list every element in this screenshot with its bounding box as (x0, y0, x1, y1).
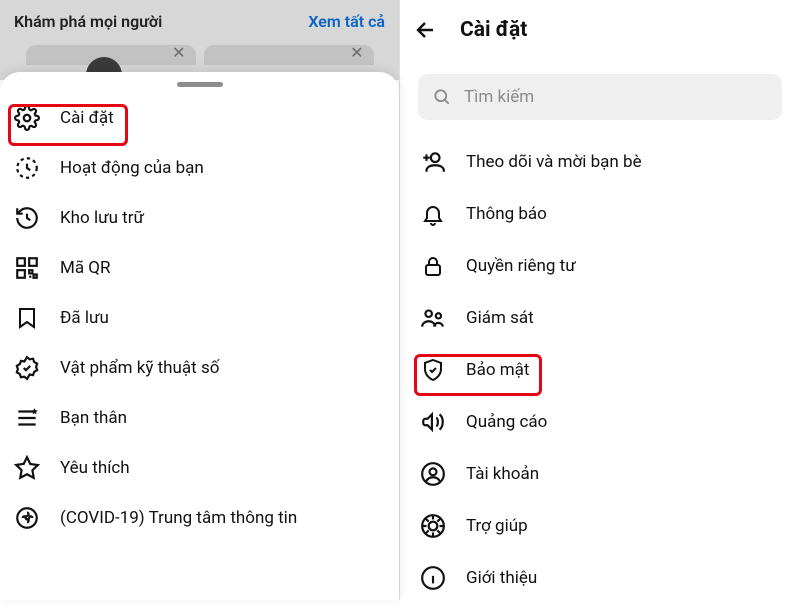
settings-title: Cài đặt (460, 18, 527, 42)
sheet-menu: Cài đặt Hoạt động của bạn Kho lưu trữ Mã… (0, 91, 399, 553)
menu-covid[interactable]: (COVID-19) Trung tâm thông tin (12, 493, 391, 543)
item-label: Quảng cáo (466, 412, 547, 432)
qr-icon (12, 253, 42, 283)
menu-label: Mã QR (60, 258, 110, 278)
item-ads[interactable]: Quảng cáo (418, 396, 782, 448)
discover-header: Khám phá mọi người Xem tất cả (0, 0, 399, 80)
suggestion-cards (14, 45, 385, 65)
discover-title: Khám phá mọi người (14, 12, 162, 31)
menu-label: Bạn thân (60, 408, 127, 428)
menu-qr[interactable]: Mã QR (12, 243, 391, 293)
about-icon (418, 563, 448, 593)
item-supervision[interactable]: Giám sát (418, 292, 782, 344)
suggestion-card[interactable] (204, 45, 374, 65)
item-about[interactable]: Giới thiệu (418, 552, 782, 604)
menu-digital[interactable]: Vật phẩm kỹ thuật số (12, 343, 391, 393)
suggestion-card[interactable] (26, 45, 196, 65)
search-icon (432, 87, 452, 107)
star-icon (12, 453, 42, 483)
back-button[interactable] (414, 18, 438, 42)
item-notifications[interactable]: Thông báo (418, 188, 782, 240)
sheet-grabber[interactable] (177, 82, 223, 87)
item-label: Tài khoản (466, 464, 539, 484)
item-label: Theo dõi và mời bạn bè (466, 152, 642, 172)
activity-icon (12, 153, 42, 183)
search-placeholder: Tìm kiếm (464, 87, 534, 107)
menu-close-friends[interactable]: Bạn thân (12, 393, 391, 443)
bookmark-icon (12, 303, 42, 333)
item-label: Giám sát (466, 308, 534, 328)
see-all-link[interactable]: Xem tất cả (308, 12, 385, 31)
menu-settings[interactable]: Cài đặt (12, 93, 391, 143)
item-security[interactable]: Bảo mật (418, 344, 782, 396)
item-label: Trợ giúp (466, 516, 528, 536)
gear-icon (12, 103, 42, 133)
menu-label: (COVID-19) Trung tâm thông tin (60, 508, 297, 528)
verified-icon (12, 353, 42, 383)
archive-icon (12, 203, 42, 233)
bottom-sheet: Cài đặt Hoạt động của bạn Kho lưu trữ Mã… (0, 72, 399, 600)
menu-archive[interactable]: Kho lưu trữ (12, 193, 391, 243)
account-icon (418, 459, 448, 489)
follow-invite-icon (418, 147, 448, 177)
menu-label: Cài đặt (60, 108, 114, 128)
menu-favorites[interactable]: Yêu thích (12, 443, 391, 493)
menu-saved[interactable]: Đã lưu (12, 293, 391, 343)
item-label: Giới thiệu (466, 568, 537, 588)
bell-icon (418, 199, 448, 229)
menu-label: Vật phẩm kỹ thuật số (60, 358, 219, 378)
search-input[interactable]: Tìm kiếm (418, 74, 782, 120)
lock-icon (418, 251, 448, 281)
menu-label: Đã lưu (60, 308, 109, 328)
left-panel: Khám phá mọi người Xem tất cả Cài đặt Ho… (0, 0, 400, 600)
megaphone-icon (418, 407, 448, 437)
covid-icon (12, 503, 42, 533)
item-label: Bảo mật (466, 360, 529, 380)
settings-list: Theo dõi và mời bạn bè Thông báo Quyền r… (400, 130, 800, 610)
right-header: Cài đặt (400, 0, 800, 60)
menu-label: Yêu thích (60, 458, 130, 478)
item-label: Quyền riêng tư (466, 256, 576, 276)
menu-label: Kho lưu trữ (60, 208, 144, 228)
shield-icon (418, 355, 448, 385)
item-label: Thông báo (466, 204, 547, 224)
supervision-icon (418, 303, 448, 333)
right-panel: Cài đặt Tìm kiếm Theo dõi và mời bạn bè … (400, 0, 800, 600)
close-friends-icon (12, 403, 42, 433)
menu-label: Hoạt động của bạn (60, 158, 204, 178)
item-account[interactable]: Tài khoản (418, 448, 782, 500)
help-icon (418, 511, 448, 541)
item-follow-invite[interactable]: Theo dõi và mời bạn bè (418, 136, 782, 188)
menu-activity[interactable]: Hoạt động của bạn (12, 143, 391, 193)
item-privacy[interactable]: Quyền riêng tư (418, 240, 782, 292)
item-help[interactable]: Trợ giúp (418, 500, 782, 552)
